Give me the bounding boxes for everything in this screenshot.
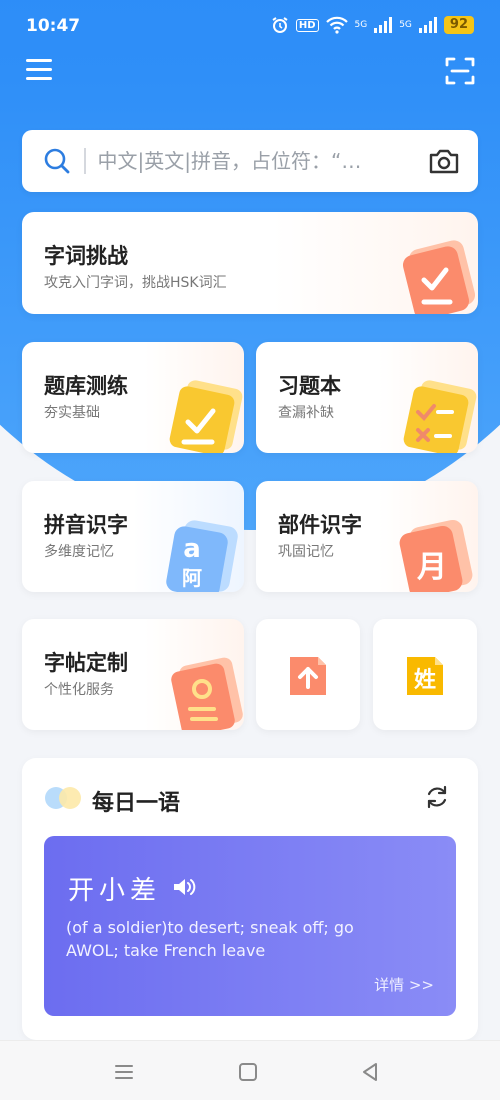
daily-word-card[interactable]: 开小差 (of a soldier)to desert; sneak off; … (44, 836, 456, 1016)
home-icon[interactable] (236, 1061, 260, 1083)
hd-badge: HD (295, 18, 319, 32)
speaker-icon[interactable] (172, 876, 196, 898)
pinyin-char: 阿 (182, 566, 202, 590)
radical-title: 部件识字 (278, 513, 362, 537)
exercise-book-title: 习题本 (278, 374, 341, 398)
check-document-icon (402, 240, 476, 314)
surname-button[interactable]: 姓 (373, 619, 477, 730)
quiz-bank-title: 题库测练 (44, 374, 128, 398)
hamburger-menu-icon[interactable] (26, 59, 52, 83)
radical-subtitle: 巩固记忆 (278, 544, 334, 560)
exercise-book-subtitle: 查漏补缺 (278, 405, 334, 421)
search-input[interactable] (97, 149, 418, 173)
recent-apps-icon[interactable] (112, 1061, 136, 1083)
copybook-card[interactable]: 字帖定制 个性化服务 (22, 619, 244, 730)
battery-level: 92 (443, 16, 474, 34)
radical-char: 月 (417, 550, 447, 585)
search-icon[interactable] (42, 146, 72, 176)
pinyin-title: 拼音识字 (44, 513, 128, 537)
surname-char: 姓 (414, 667, 436, 693)
word-challenge-card[interactable]: 字词挑战 攻克入门字词，挑战HSK词汇 (22, 212, 478, 314)
copybook-subtitle: 个性化服务 (44, 682, 114, 698)
pinyin-card[interactable]: 拼音识字 多维度记忆 a 阿 (22, 481, 244, 592)
daily-definition: (of a soldier)to desert; sneak off; go A… (66, 918, 354, 960)
signal-icon (374, 17, 393, 33)
copybook-icon (171, 657, 243, 730)
back-icon[interactable] (358, 1061, 382, 1083)
daily-phrase-card: 每日一语 开小差 (of a soldier)to desert; sneak … (22, 758, 478, 1040)
upload-button[interactable] (256, 619, 360, 730)
word-challenge-title: 字词挑战 (44, 244, 128, 268)
radical-card-icon: 月 (399, 519, 473, 592)
signal-icon-2 (418, 17, 437, 33)
radical-card[interactable]: 部件识字 巩固记忆 月 (256, 481, 478, 592)
pinyin-letter: a (183, 534, 201, 564)
quiz-bank-subtitle: 夯实基础 (44, 405, 100, 421)
surname-icon: 姓 (407, 657, 443, 695)
network-type-2: 5G (399, 20, 412, 30)
word-challenge-subtitle: 攻克入门字词，挑战HSK词汇 (44, 275, 227, 291)
daily-logo-icon (45, 787, 81, 809)
top-bar (0, 55, 500, 91)
details-link[interactable]: 详情 >> (374, 974, 434, 995)
check-notebook-icon (169, 380, 243, 453)
alarm-icon (272, 17, 288, 33)
camera-icon[interactable] (428, 147, 460, 175)
exercise-book-card[interactable]: 习题本 查漏补缺 (256, 342, 478, 453)
daily-title: 每日一语 (92, 791, 181, 816)
correction-notebook-icon (403, 380, 477, 453)
upload-icon (290, 657, 326, 695)
quiz-bank-card[interactable]: 题库测练 夯实基础 (22, 342, 244, 453)
system-nav-bar (0, 1040, 500, 1100)
pinyin-card-icon: a 阿 (166, 520, 238, 592)
daily-word: 开小差 (68, 876, 162, 906)
status-time: 10:47 (26, 16, 81, 36)
network-type-1: 5G (354, 20, 368, 30)
pinyin-subtitle: 多维度记忆 (44, 544, 114, 560)
refresh-icon[interactable] (424, 784, 450, 810)
status-bar: 10:47 HD 5G 5G 92 (0, 0, 500, 52)
scan-icon[interactable] (444, 55, 476, 87)
wifi-icon (325, 16, 348, 34)
search-divider (84, 148, 86, 174)
copybook-title: 字帖定制 (44, 651, 128, 675)
search-bar (22, 130, 478, 192)
